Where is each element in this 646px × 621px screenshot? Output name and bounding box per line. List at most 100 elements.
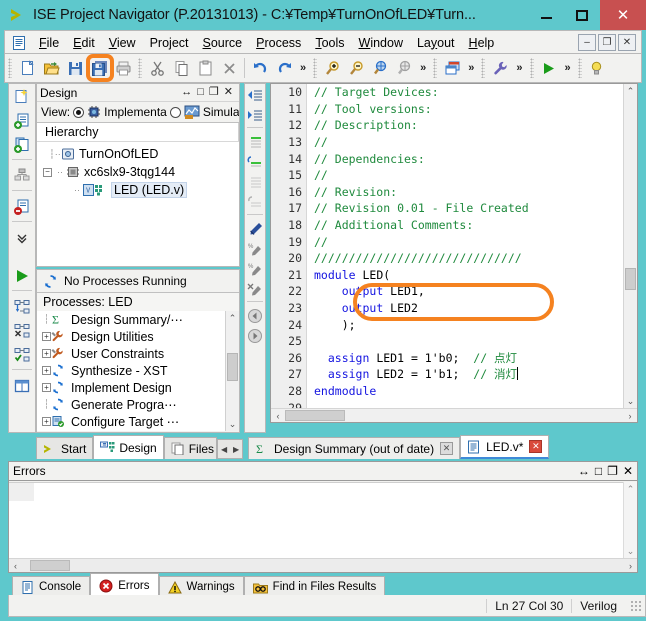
delete-icon[interactable] <box>218 57 240 79</box>
cut-icon[interactable] <box>146 57 168 79</box>
scroll-right-arrow[interactable]: › <box>623 411 637 421</box>
toolbar-overflow-2[interactable]: » <box>416 62 430 74</box>
file-tab-led-v[interactable]: LED.v* ✕ <box>460 435 550 459</box>
tree-expander-plus[interactable]: + <box>42 366 51 375</box>
tree-item-module[interactable]: ·· V LED (LED.v) <box>37 181 239 199</box>
view-option-simulation-label[interactable]: Simula <box>203 105 239 119</box>
lightbulb-icon[interactable] <box>586 57 608 79</box>
tab-find-in-files-results[interactable]: Find in Files Results <box>243 576 386 597</box>
forward-icon[interactable] <box>245 326 265 345</box>
resize-grip-icon[interactable] <box>630 599 642 612</box>
add-copy-source-icon[interactable] <box>10 134 34 156</box>
view-radio-simulation[interactable] <box>169 106 181 118</box>
bookmark-prev-icon[interactable] <box>245 152 265 171</box>
outdent-icon[interactable] <box>245 85 265 104</box>
close-icon[interactable]: ✕ <box>440 442 454 455</box>
toolbar-overflow-5[interactable]: » <box>561 62 575 74</box>
new-file-icon[interactable] <box>16 57 38 79</box>
editor-vertical-scrollbar[interactable]: ⌃ ⌄ <box>623 84 637 408</box>
process-row[interactable]: + Implement Design <box>37 379 239 396</box>
close-icon[interactable]: ✕ <box>224 87 233 98</box>
save-all-icon[interactable] <box>88 57 110 79</box>
errors-horizontal-scrollbar[interactable]: ‹ › <box>9 558 637 572</box>
resize-icon[interactable]: ↔ <box>181 87 192 98</box>
run-process-icon[interactable] <box>10 265 34 287</box>
errors-content-area[interactable] <box>9 482 637 558</box>
bookmark-icon[interactable] <box>245 132 265 151</box>
toolbar-grip-7[interactable] <box>577 58 582 78</box>
file-tab-design-summary[interactable]: Σ Design Summary (out of date) ✕ <box>248 437 461 459</box>
close-button[interactable]: ✕ <box>600 0 646 30</box>
zoom-in-icon[interactable] <box>321 57 343 79</box>
code-lines[interactable]: 10 // Target Devices: 11 // Tool versions:… <box>271 84 623 408</box>
toolbar-grip-6[interactable] <box>529 58 534 78</box>
toolbar-grip-3[interactable] <box>313 58 318 78</box>
copy-icon[interactable] <box>170 57 192 79</box>
tab-errors[interactable]: Errors <box>90 573 159 597</box>
process-row[interactable]: ┆ Σ Design Summary/⋯ <box>37 311 239 328</box>
code-text-area[interactable]: 10 // Target Devices: 11 // Tool versions:… <box>271 84 623 408</box>
menu-view[interactable]: View <box>102 34 143 52</box>
menu-source[interactable]: Source <box>196 34 250 52</box>
tab-warnings[interactable]: Warnings <box>158 576 244 597</box>
more-chevrons-icon[interactable] <box>10 227 34 249</box>
view-option-implementation-label[interactable]: Implementa <box>104 105 167 119</box>
process-row[interactable]: + Synthesize - XST <box>37 362 239 379</box>
panel-layout-icon[interactable] <box>10 375 34 397</box>
maximize-icon[interactable]: □ <box>595 464 602 478</box>
mdi-minimize-button[interactable]: – <box>578 34 596 51</box>
scroll-up-arrow[interactable]: ⌃ <box>229 311 237 325</box>
minimize-button[interactable] <box>528 0 564 30</box>
close-icon[interactable]: ✕ <box>623 464 633 478</box>
indent-icon[interactable] <box>245 105 265 124</box>
float-icon[interactable]: ❐ <box>607 464 618 478</box>
mdi-restore-button[interactable]: ❐ <box>598 34 616 51</box>
tree-item-project[interactable]: ┆·· TurnOnOfLED <box>37 145 239 163</box>
uncomment-icon[interactable]: % <box>245 239 265 258</box>
wrench-icon[interactable] <box>489 57 511 79</box>
scroll-left-arrow[interactable]: ‹ <box>271 411 285 421</box>
scroll-up-arrow[interactable]: ⌃ <box>627 482 635 496</box>
processes-list[interactable]: ┆ Σ Design Summary/⋯ + Design Utilities … <box>37 311 239 431</box>
new-source-icon[interactable] <box>10 86 34 108</box>
scroll-up-arrow[interactable]: ⌃ <box>627 84 635 98</box>
bookmark-all-icon[interactable] <box>245 172 265 191</box>
undo-icon[interactable] <box>249 57 271 79</box>
toolbar-grip-4[interactable] <box>433 58 438 78</box>
process-row[interactable]: + User Constraints <box>37 345 239 362</box>
process-row[interactable]: + Design Utilities <box>37 328 239 345</box>
menu-window[interactable]: Window <box>352 34 410 52</box>
tree-expander-plus[interactable]: + <box>42 383 51 392</box>
scrollbar-thumb[interactable] <box>625 268 636 290</box>
menu-help[interactable]: Help <box>462 34 502 52</box>
process-down-icon[interactable] <box>10 296 34 318</box>
tree-expander-plus[interactable]: + <box>42 417 51 426</box>
zoom-area-icon[interactable] <box>393 57 415 79</box>
process-check-icon[interactable] <box>10 344 34 366</box>
tree-expander-minus[interactable]: − <box>43 167 52 177</box>
maximize-button[interactable] <box>564 0 600 30</box>
uncomment2-icon[interactable] <box>245 279 265 298</box>
menu-layout[interactable]: Layout <box>410 34 462 52</box>
menu-edit[interactable]: Edit <box>66 34 102 52</box>
tab-design[interactable]: Design <box>93 435 164 459</box>
toolbar-overflow-3[interactable]: » <box>464 62 478 74</box>
scrollbar-thumb[interactable] <box>227 353 238 381</box>
add-source-icon[interactable] <box>10 110 34 132</box>
run-icon[interactable] <box>538 57 560 79</box>
comment2-icon[interactable]: % <box>245 259 265 278</box>
toolbar-grip-5[interactable] <box>481 58 486 78</box>
tree-item-device[interactable]: − ·· xc6slx9-3tqg144 <box>37 163 239 181</box>
editor-horizontal-scrollbar[interactable]: ‹ › <box>271 408 637 422</box>
zoom-out-icon[interactable] <box>345 57 367 79</box>
resize-icon[interactable]: ↔ <box>578 464 590 478</box>
tab-files[interactable]: Files <box>163 437 218 459</box>
save-icon[interactable] <box>64 57 86 79</box>
code-editor[interactable]: 10 // Target Devices: 11 // Tool versions:… <box>270 83 638 423</box>
menu-file[interactable]: File <box>32 34 66 52</box>
close-icon[interactable]: ✕ <box>529 440 543 453</box>
scrollbar-thumb[interactable] <box>30 560 70 571</box>
processes-scrollbar[interactable]: ⌃ ⌄ <box>225 311 239 431</box>
print-icon[interactable] <box>112 57 134 79</box>
scroll-down-arrow[interactable]: ⌄ <box>627 544 635 558</box>
